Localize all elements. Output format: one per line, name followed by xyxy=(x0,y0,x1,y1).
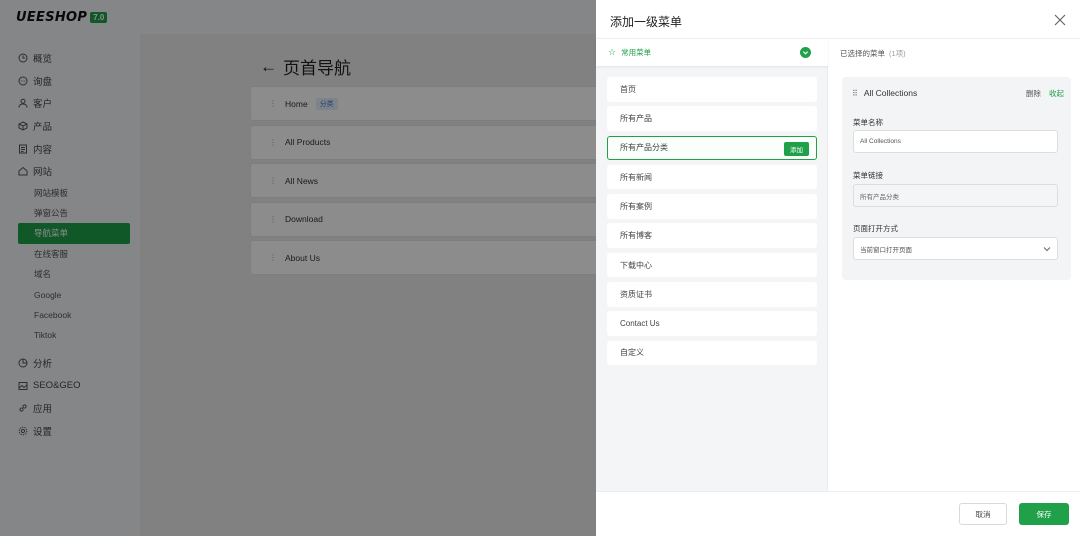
drawer-title: 添加一级菜单 xyxy=(610,15,683,29)
menu-option-label: 所有产品分类 xyxy=(620,143,668,153)
drawer-header: 添加一级菜单 xyxy=(596,0,1080,39)
menu-option-label: 下载中心 xyxy=(620,260,652,270)
cancel-button[interactable]: 取消 xyxy=(959,503,1007,525)
menu-option[interactable]: 自定义 xyxy=(607,340,817,366)
menu-options-panel: ☆ 常用菜单 首页所有产品所有产品分类 添加所有新闻所有案例所有博客下载中心资质证… xyxy=(596,39,828,491)
menu-option-label: 所有产品 xyxy=(620,114,652,124)
menu-name-input[interactable]: All Collections xyxy=(853,130,1058,153)
favorites-label: 常用菜单 xyxy=(621,48,652,57)
selected-menu-panel: 已选择的菜单 (1项) ⠿ All Collections 删除 收起 菜单名称 … xyxy=(829,39,1080,491)
menu-link-field: 所有产品分类 xyxy=(853,184,1058,207)
save-button[interactable]: 保存 xyxy=(1019,503,1069,525)
menu-option[interactable]: 所有案例 xyxy=(607,194,817,219)
drawer-footer: 取消 保存 xyxy=(596,491,1080,536)
card-title: All Collections xyxy=(863,88,918,98)
selected-count: (1项) xyxy=(889,49,906,58)
menu-option-label: 首页 xyxy=(620,84,636,94)
open-mode-select[interactable]: 当前窗口打开页面 xyxy=(853,237,1058,260)
card-header: ⠿ All Collections 删除 收起 xyxy=(852,88,1064,99)
drag-handle-icon[interactable]: ⠿ xyxy=(852,89,858,98)
menu-name-value: All Collections xyxy=(860,138,901,145)
menu-link-label: 菜单链接 xyxy=(853,171,883,180)
add-button[interactable]: 添加 xyxy=(784,141,809,156)
menu-option[interactable]: 资质证书 xyxy=(607,282,817,307)
chevron-down-icon xyxy=(1043,245,1051,253)
star-icon: ☆ xyxy=(608,47,617,57)
menu-option[interactable]: 下载中心 xyxy=(607,252,817,278)
menu-option-label: 所有案例 xyxy=(620,201,652,211)
menu-option-label: Contact Us xyxy=(620,319,660,329)
menu-option[interactable]: 所有产品 xyxy=(607,106,817,131)
open-mode-label: 页面打开方式 xyxy=(853,224,898,233)
menu-option-label: 资质证书 xyxy=(620,289,652,299)
close-icon[interactable] xyxy=(1054,14,1066,26)
menu-option-label: 自定义 xyxy=(620,348,644,358)
menu-option[interactable]: 首页 xyxy=(607,77,817,102)
menu-link-value: 所有产品分类 xyxy=(860,193,899,201)
menu-option-label: 所有新闻 xyxy=(620,172,652,182)
menu-option[interactable]: 所有新闻 xyxy=(607,164,817,190)
menu-option[interactable]: 所有博客 xyxy=(607,223,817,248)
menu-option[interactable]: 所有产品分类 添加 xyxy=(607,135,817,161)
favorites-header[interactable]: ☆ 常用菜单 xyxy=(596,39,828,66)
open-mode-value: 当前窗口打开页面 xyxy=(860,246,912,254)
card-actions: 删除 收起 xyxy=(1026,88,1064,99)
add-menu-drawer: 添加一级菜单 ☆ 常用菜单 首页所有产品所有产品分类 添加所有新闻所有案例所有博客… xyxy=(596,0,1080,536)
selected-menu-card: ⠿ All Collections 删除 收起 菜单名称 All Collect… xyxy=(842,77,1071,280)
selected-title-text: 已选择的菜单 xyxy=(840,49,885,58)
menu-option-label: 所有博客 xyxy=(620,231,652,241)
chevron-down-icon[interactable] xyxy=(800,47,811,58)
menu-option-list: 首页所有产品所有产品分类 添加所有新闻所有案例所有博客下载中心资质证书 Contac… xyxy=(607,77,817,370)
menu-name-label: 菜单名称 xyxy=(853,118,883,127)
delete-button[interactable]: 删除 xyxy=(1026,89,1041,98)
menu-option[interactable]: Contact Us xyxy=(607,311,817,336)
selected-title: 已选择的菜单 (1项) xyxy=(840,48,906,59)
collapse-button[interactable]: 收起 xyxy=(1049,89,1064,98)
